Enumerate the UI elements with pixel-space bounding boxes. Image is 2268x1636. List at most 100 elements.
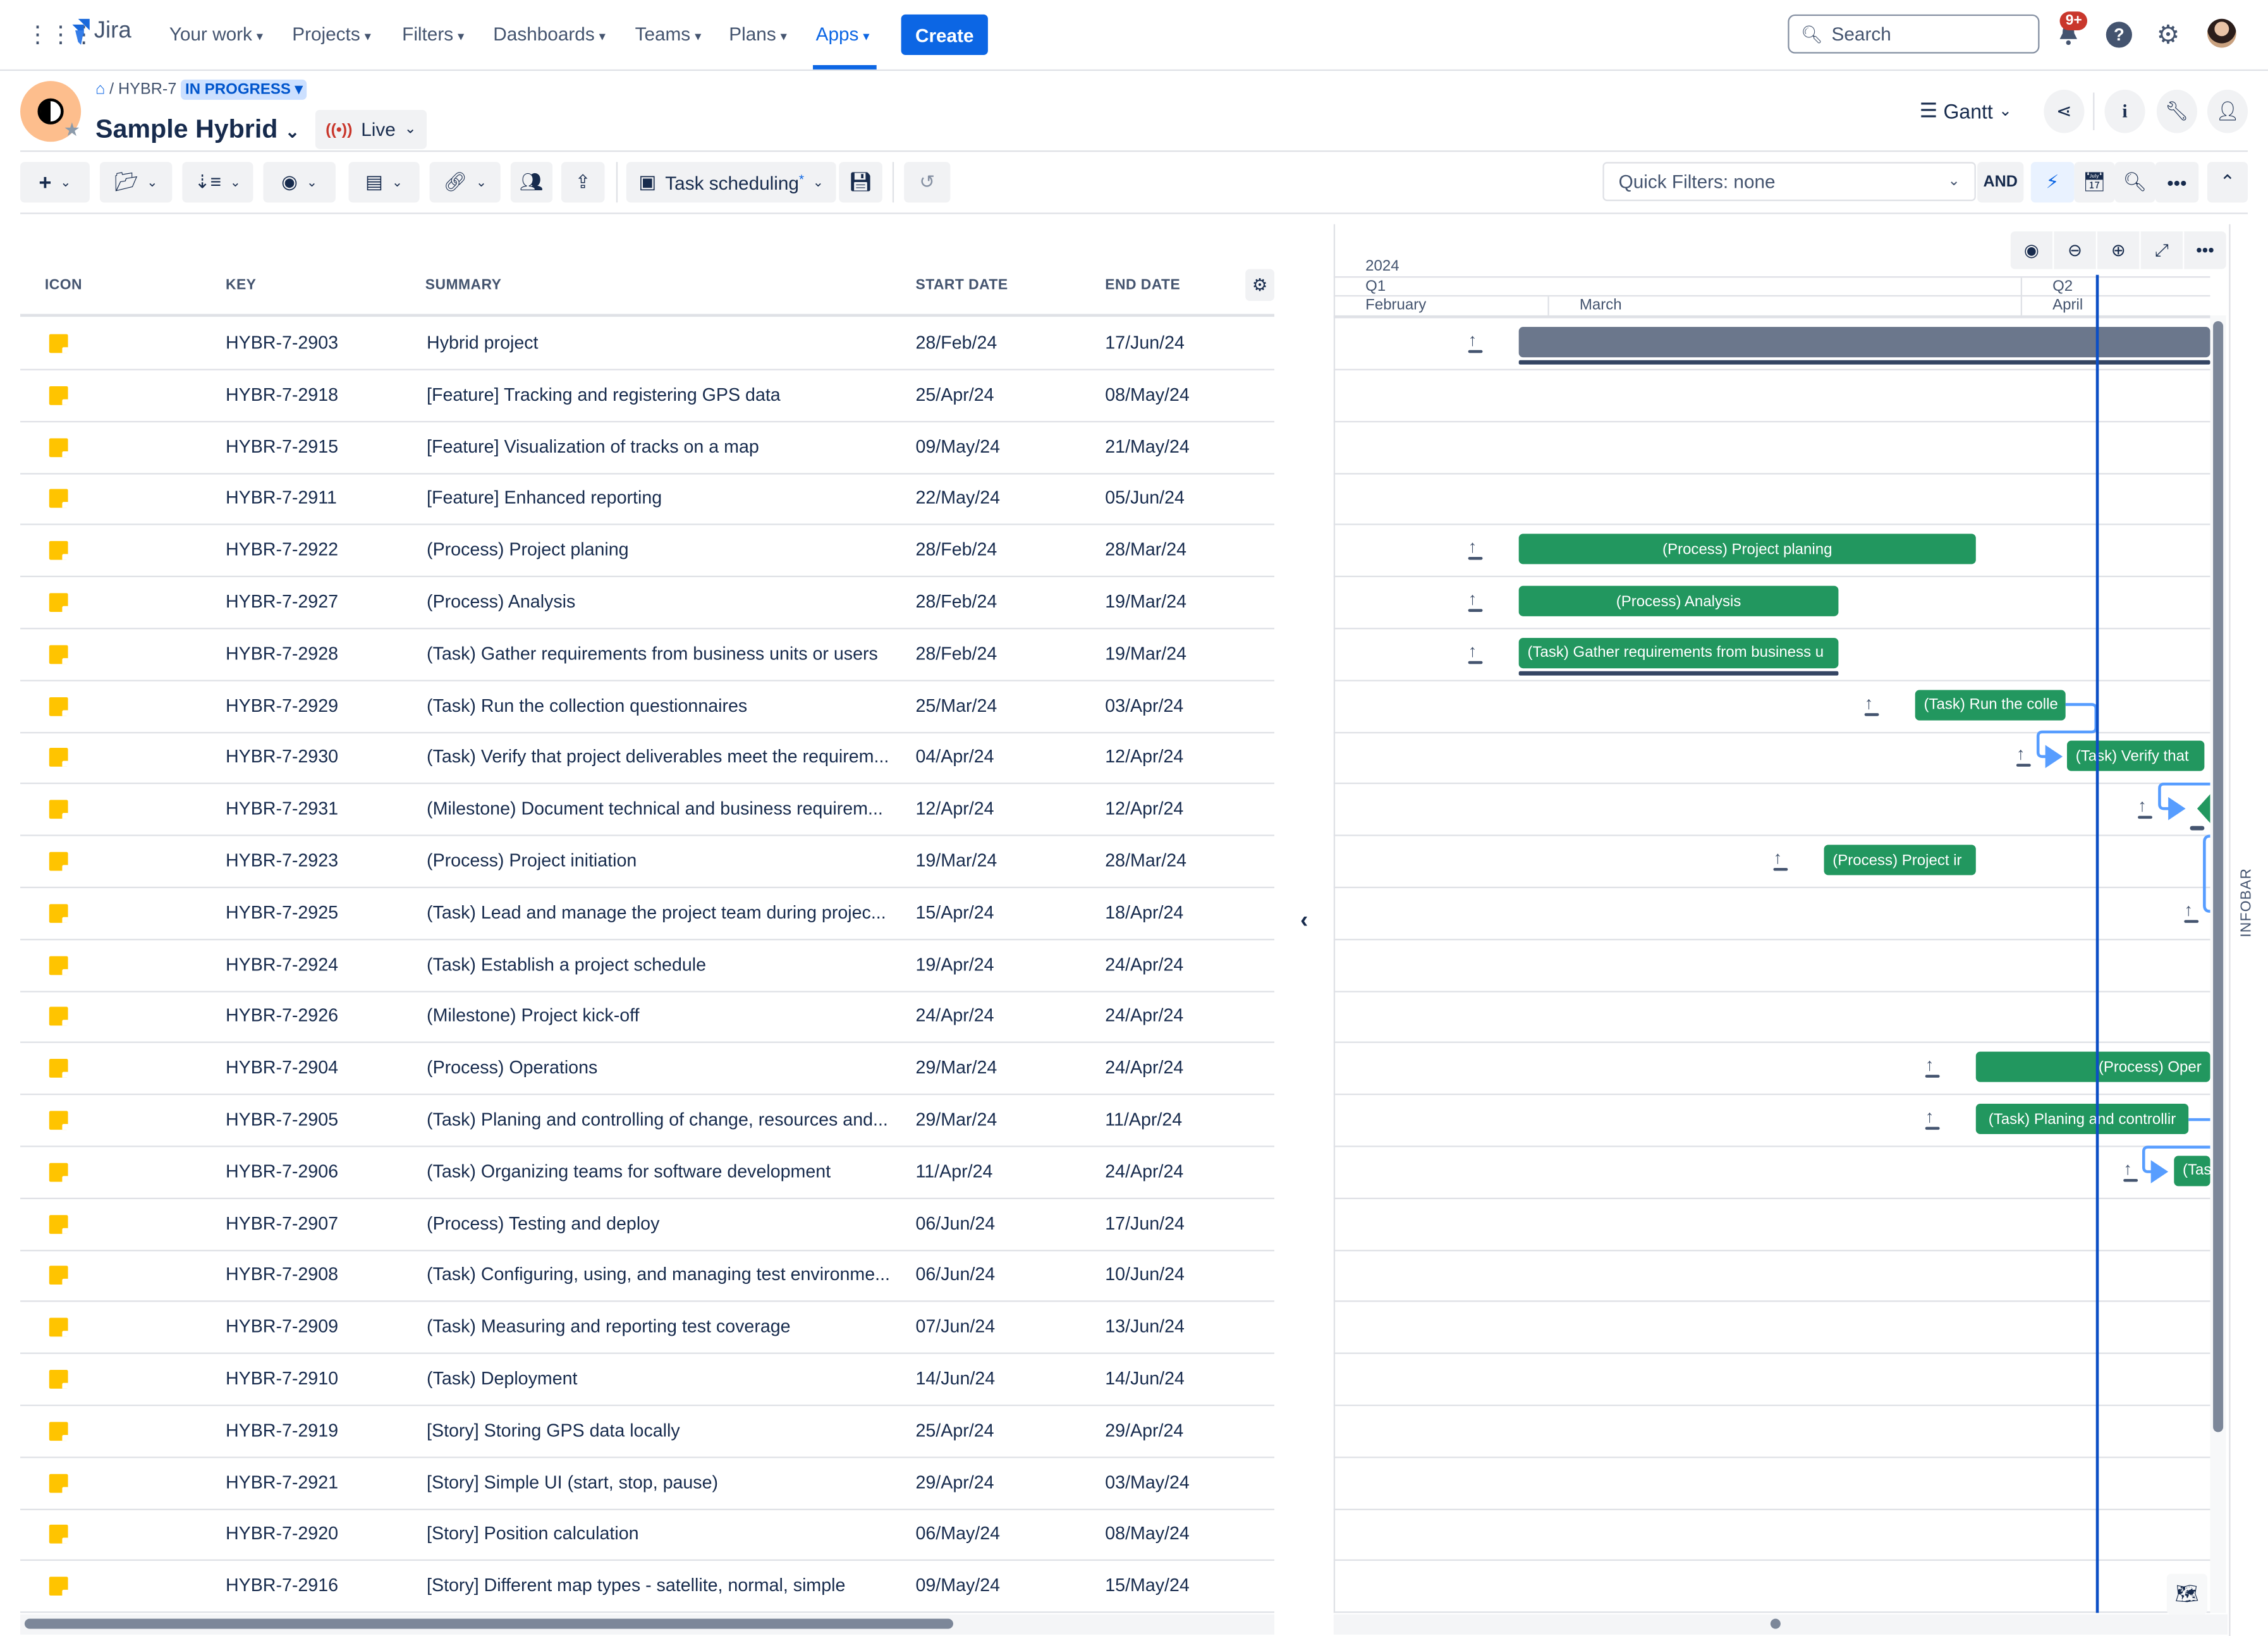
gantt-more-button[interactable]: •••	[2184, 231, 2226, 269]
issue-key[interactable]: HYBR-7-2924	[226, 954, 338, 974]
column-header-key[interactable]: KEY	[226, 278, 256, 293]
issue-key[interactable]: HYBR-7-2916	[226, 1575, 338, 1596]
calendar-button[interactable]: 📅︎	[2074, 162, 2115, 203]
user-button[interactable]: 👤︎	[2207, 89, 2248, 133]
issue-key[interactable]: HYBR-7-2909	[226, 1317, 338, 1337]
nav-dashboards[interactable]: Dashboards ▾	[493, 23, 606, 45]
issue-summary[interactable]: (Task) Organizing teams for software dev…	[427, 1161, 831, 1181]
issue-summary[interactable]: (Process) Operations	[427, 1058, 597, 1078]
table-row[interactable]: HYBR-7-2916 [Story] Different map types -…	[20, 1560, 1274, 1613]
gantt-task-bar[interactable]: (Process) Analysis	[1518, 585, 1839, 616]
table-row[interactable]: HYBR-7-2903 Hybrid project 28/Feb/24 17/Jun…	[20, 317, 1274, 370]
start-date[interactable]: 06/May/24	[915, 1523, 1000, 1544]
folder-button[interactable]: 📂︎ ⌄	[99, 162, 173, 203]
nav-plans[interactable]: Plans ▾	[729, 23, 787, 45]
issue-key[interactable]: HYBR-7-2903	[226, 333, 338, 353]
issue-summary[interactable]: (Task) Run the collection questionnaires	[427, 695, 747, 716]
table-row[interactable]: HYBR-7-2919 [Story] Storing GPS data loca…	[20, 1404, 1274, 1458]
issue-summary[interactable]: (Milestone) Document technical and busin…	[427, 799, 883, 819]
settings-button[interactable]: ⚙	[2149, 16, 2186, 53]
start-date[interactable]: 19/Apr/24	[915, 954, 994, 974]
issue-summary[interactable]: [Story] Position calculation	[427, 1523, 638, 1544]
end-date[interactable]: 28/Mar/24	[1105, 540, 1186, 560]
issue-key[interactable]: HYBR-7-2911	[226, 488, 337, 508]
save-button[interactable]: 💾︎	[839, 162, 882, 203]
live-button[interactable]: ((•)) Live ⌄	[315, 109, 427, 149]
table-row[interactable]: HYBR-7-2907 (Process) Testing and deploy 0…	[20, 1197, 1274, 1251]
move-up-icon[interactable]: ↑	[1468, 539, 1483, 561]
move-up-icon[interactable]: ↑	[1925, 1108, 1940, 1130]
issue-summary[interactable]: (Task) Deployment	[427, 1369, 577, 1389]
issue-summary[interactable]: (Process) Project planing	[427, 540, 629, 560]
issue-key[interactable]: HYBR-7-2907	[226, 1213, 338, 1233]
search-input[interactable]: 🔍︎ Search	[1788, 14, 2040, 54]
end-date[interactable]: 17/Jun/24	[1105, 1213, 1185, 1233]
issue-summary[interactable]: [Story] Simple UI (start, stop, pause)	[427, 1472, 718, 1493]
nav-apps[interactable]: Apps ▾	[816, 23, 870, 45]
table-row[interactable]: HYBR-7-2920 [Story] Position calculation 0…	[20, 1508, 1274, 1561]
nav-filters[interactable]: Filters ▾	[402, 23, 464, 45]
end-date[interactable]: 15/May/24	[1105, 1575, 1190, 1596]
issue-summary[interactable]: (Task) Verify that project deliverables …	[427, 747, 889, 767]
infobar-toggle[interactable]: INFOBAR	[2239, 868, 2255, 937]
sort-button[interactable]: ⇣≡ ⌄	[182, 162, 253, 203]
gantt-horizontal-scrollbar[interactable]	[1770, 1618, 1781, 1629]
issue-key[interactable]: HYBR-7-2920	[226, 1523, 338, 1544]
table-row[interactable]: HYBR-7-2910 (Task) Deployment 14/Jun/24 14/…	[20, 1353, 1274, 1407]
move-up-icon[interactable]: ↑	[1468, 331, 1483, 353]
table-row[interactable]: HYBR-7-2930 (Task) Verify that project de…	[20, 731, 1274, 785]
view-selector[interactable]: ☰ Gantt ⌄	[1920, 99, 2013, 123]
columns-button[interactable]: ▤ ⌄	[348, 162, 420, 203]
more-button[interactable]: •••	[2155, 162, 2199, 203]
issue-key[interactable]: HYBR-7-2925	[226, 902, 338, 922]
issue-summary[interactable]: (Process) Analysis	[427, 592, 575, 612]
gantt-vertical-scrollbar[interactable]	[2213, 321, 2224, 1432]
issue-summary[interactable]: (Milestone) Project kick-off	[427, 1006, 639, 1026]
column-header-end-date[interactable]: END DATE	[1105, 278, 1180, 293]
table-row[interactable]: HYBR-7-2911 [Feature] Enhanced reporting 2…	[20, 472, 1274, 526]
nav-your-work[interactable]: Your work ▾	[169, 23, 263, 45]
issue-key[interactable]: HYBR-7-2930	[226, 747, 338, 767]
column-header-start-date[interactable]: START DATE	[915, 278, 1008, 293]
table-row[interactable]: HYBR-7-2906 (Task) Organizing teams for s…	[20, 1145, 1274, 1199]
issue-key[interactable]: HYBR-7-2915	[226, 436, 338, 456]
star-icon[interactable]: ★	[64, 119, 81, 142]
add-button[interactable]: + ⌄	[20, 162, 90, 203]
end-date[interactable]: 19/Mar/24	[1105, 592, 1186, 612]
focus-today-button[interactable]: ◉	[2011, 231, 2054, 269]
start-date[interactable]: 28/Feb/24	[915, 333, 997, 353]
issue-summary[interactable]: (Task) Configuring, using, and managing …	[427, 1265, 890, 1285]
status-badge[interactable]: IN PROGRESS ▾	[181, 79, 307, 100]
end-date[interactable]: 17/Jun/24	[1105, 333, 1185, 353]
issue-summary[interactable]: [Feature] Visualization of tracks on a m…	[427, 436, 759, 456]
end-date[interactable]: 29/Apr/24	[1105, 1420, 1183, 1441]
table-row[interactable]: HYBR-7-2931 (Milestone) Document technica…	[20, 783, 1274, 837]
move-up-icon[interactable]: ↑	[1864, 693, 1879, 716]
share-button[interactable]: ⋖	[2044, 89, 2085, 133]
start-date[interactable]: 15/Apr/24	[915, 902, 994, 922]
end-date[interactable]: 13/Jun/24	[1105, 1317, 1185, 1337]
start-date[interactable]: 07/Jun/24	[915, 1317, 995, 1337]
issue-summary[interactable]: (Task) Gather requirements from business…	[427, 644, 878, 664]
move-up-icon[interactable]: ↑	[2184, 901, 2199, 923]
start-date[interactable]: 11/Apr/24	[915, 1161, 992, 1181]
start-date[interactable]: 06/Jun/24	[915, 1265, 995, 1285]
nav-teams[interactable]: Teams ▾	[635, 23, 702, 45]
start-date[interactable]: 25/Apr/24	[915, 1420, 994, 1441]
auto-schedule-button[interactable]: ⚡︎	[2030, 162, 2075, 203]
start-date[interactable]: 25/Mar/24	[915, 695, 997, 716]
page-title[interactable]: Sample Hybrid ⌄	[95, 114, 300, 145]
issue-key[interactable]: HYBR-7-2908	[226, 1265, 338, 1285]
end-date[interactable]: 08/May/24	[1105, 384, 1190, 405]
collapse-toolbar-button[interactable]: ⌃	[2207, 162, 2248, 203]
end-date[interactable]: 24/Apr/24	[1105, 1161, 1183, 1181]
info-button[interactable]: i	[2104, 89, 2145, 133]
issue-summary[interactable]: (Process) Project initiation	[427, 851, 637, 871]
start-date[interactable]: 09/May/24	[915, 1575, 1000, 1596]
gantt-task-bar[interactable]: (Task) Planing and controllir	[1975, 1103, 2189, 1135]
user-avatar[interactable]	[2207, 18, 2236, 48]
move-up-icon[interactable]: ↑	[2016, 745, 2031, 767]
start-date[interactable]: 19/Mar/24	[915, 851, 997, 871]
end-date[interactable]: 11/Apr/24	[1105, 1109, 1182, 1130]
end-date[interactable]: 18/Apr/24	[1105, 902, 1183, 922]
